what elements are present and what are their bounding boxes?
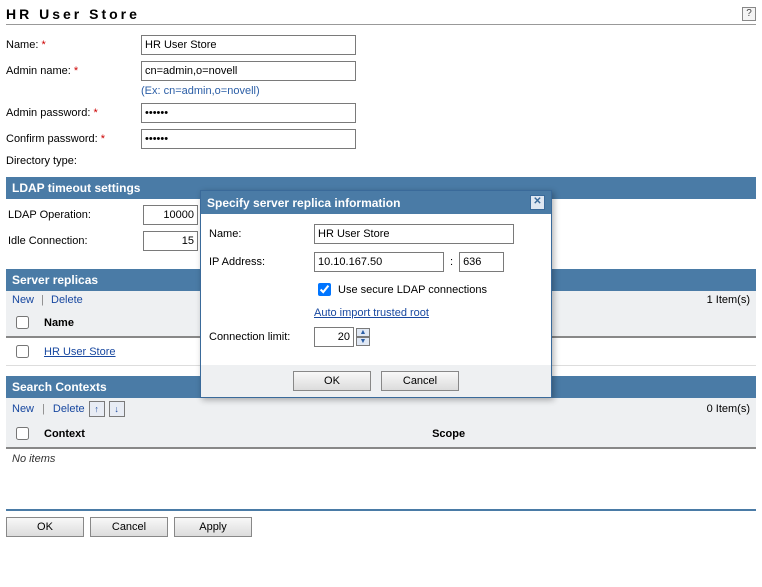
dialog-port-input[interactable] — [459, 252, 504, 272]
dialog-ip-label: IP Address: — [209, 256, 314, 268]
close-icon[interactable]: ✕ — [530, 195, 545, 210]
admin-password-label: Admin password: * — [6, 107, 141, 119]
name-input[interactable] — [141, 35, 356, 55]
replicas-checkall[interactable] — [16, 316, 29, 329]
page-title: HR User Store — [6, 6, 140, 22]
dialog-ip-input[interactable] — [314, 252, 444, 272]
apply-button[interactable]: Apply — [174, 517, 252, 537]
replicas-new-link[interactable]: New — [12, 294, 34, 306]
conn-limit-label: Connection limit: — [209, 331, 314, 343]
admin-name-label: Admin name: * — [6, 65, 141, 77]
secure-ldap-label: Use secure LDAP connections — [338, 284, 487, 296]
conn-limit-down-icon[interactable]: ▼ — [356, 337, 370, 346]
cancel-button[interactable]: Cancel — [90, 517, 168, 537]
dialog-name-label: Name: — [209, 228, 314, 240]
contexts-new-link[interactable]: New — [12, 403, 34, 415]
separator: | — [41, 294, 44, 306]
name-label: Name: * — [6, 39, 141, 51]
admin-password-input[interactable] — [141, 103, 356, 123]
dialog-title: Specify server replica information — [207, 196, 400, 210]
contexts-count: 0 Item(s) — [707, 403, 750, 415]
admin-name-input[interactable] — [141, 61, 356, 81]
ldap-operation-input[interactable] — [143, 205, 198, 225]
confirm-password-input[interactable] — [141, 129, 356, 149]
replicas-count: 1 Item(s) — [707, 294, 750, 306]
contexts-col-scope: Scope — [426, 420, 756, 448]
contexts-delete-link[interactable]: Delete — [53, 403, 85, 415]
contexts-table: Context Scope — [6, 420, 756, 449]
help-icon[interactable]: ? — [742, 7, 756, 21]
separator: | — [42, 403, 45, 415]
auto-import-link[interactable]: Auto import trusted root — [314, 307, 429, 319]
replica-name-link[interactable]: HR User Store — [44, 346, 116, 358]
dialog-name-input[interactable] — [314, 224, 514, 244]
ldap-operation-label: LDAP Operation: — [8, 209, 143, 221]
port-separator: : — [450, 256, 453, 268]
dialog-ok-button[interactable]: OK — [293, 371, 371, 391]
secure-ldap-checkbox[interactable] — [318, 283, 331, 296]
move-down-icon[interactable]: ↓ — [109, 401, 125, 417]
idle-connection-label: Idle Connection: — [8, 235, 143, 247]
dialog-cancel-button[interactable]: Cancel — [381, 371, 459, 391]
ok-button[interactable]: OK — [6, 517, 84, 537]
directory-type-label: Directory type: — [6, 155, 141, 167]
idle-connection-input[interactable] — [143, 231, 198, 251]
contexts-col-context: Context — [38, 420, 426, 448]
contexts-checkall[interactable] — [16, 427, 29, 440]
admin-name-hint: (Ex: cn=admin,o=novell) — [141, 85, 756, 97]
conn-limit-input[interactable] — [314, 327, 354, 347]
confirm-password-label: Confirm password: * — [6, 133, 141, 145]
conn-limit-up-icon[interactable]: ▲ — [356, 328, 370, 337]
move-up-icon[interactable]: ↑ — [89, 401, 105, 417]
replicas-delete-link[interactable]: Delete — [51, 294, 83, 306]
contexts-no-items: No items — [6, 449, 756, 469]
replica-dialog: Specify server replica information ✕ Nam… — [200, 190, 552, 398]
replica-row-checkbox[interactable] — [16, 345, 29, 358]
